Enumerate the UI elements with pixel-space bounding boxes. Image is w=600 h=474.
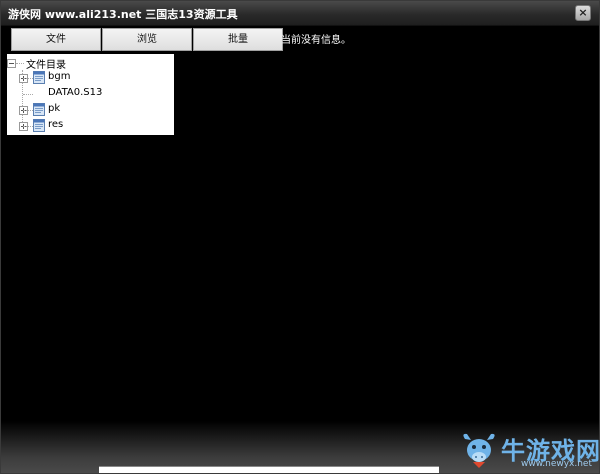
bottom-panel-edge [99,466,439,473]
app-window: 游侠网 www.ali213.net 三国志13资源工具 × 文件 浏览 批量 … [0,0,600,474]
close-button[interactable]: × [575,5,591,21]
tree-connector [23,126,33,127]
batch-button[interactable]: 批量 [193,28,283,51]
tree-node-label[interactable]: DATA0.S13 [48,87,102,98]
tree-connector [23,78,33,79]
folder-icon [33,103,45,116]
tree-connector [23,110,33,111]
tree-node-label[interactable]: res [48,119,63,130]
file-tree: 文件目录 bgm DATA0.S13 pk res [7,54,174,135]
tree-root-label[interactable]: 文件目录 [26,56,66,71]
toolbar: 文件 浏览 批量 [11,28,284,51]
tree-connector [23,94,33,95]
bull-logo-icon [463,433,495,468]
folder-icon [33,119,45,132]
collapse-icon[interactable] [7,59,16,68]
watermark-url: www.newyx.net [521,459,593,469]
tree-node-res[interactable]: res [17,118,167,134]
tree-node-label[interactable]: bgm [48,71,70,82]
tree-connector [16,63,24,64]
tree-node-data0[interactable]: DATA0.S13 [17,86,167,102]
folder-icon [33,71,45,84]
status-message: 当前没有信息。 [281,35,351,46]
window-title: 游侠网 www.ali213.net 三国志13资源工具 [8,8,238,21]
file-button[interactable]: 文件 [11,28,101,51]
watermark: 牛游戏网 www.newyx.net [459,429,599,473]
tree-node-bgm[interactable]: bgm [17,70,167,86]
title-bar[interactable]: 游侠网 www.ali213.net 三国志13资源工具 × [1,1,599,26]
browse-button[interactable]: 浏览 [102,28,192,51]
tree-node-pk[interactable]: pk [17,102,167,118]
tree-node-label[interactable]: pk [48,103,60,114]
